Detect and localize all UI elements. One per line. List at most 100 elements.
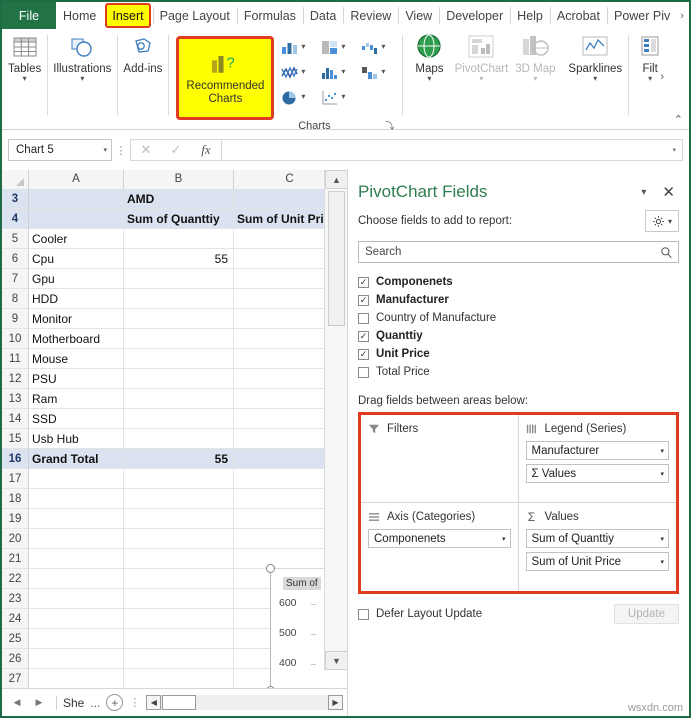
grid-row[interactable]: 16Grand Total553 [2,449,347,469]
row-header[interactable]: 5 [2,229,29,249]
tab-page-layout[interactable]: Page Layout [152,2,237,29]
grid-cell[interactable]: Cooler [29,229,124,249]
grid-cell[interactable] [29,649,124,669]
row-header[interactable]: 26 [2,649,29,669]
legend-field-values[interactable]: Σ Values ▾ [525,464,669,483]
row-header[interactable]: 24 [2,609,29,629]
insert-function-icon[interactable]: fx [191,142,221,158]
grid-cell[interactable] [124,369,234,389]
chart-resize-handle-top[interactable] [266,564,275,573]
grid-cell[interactable] [124,489,234,509]
row-header[interactable]: 25 [2,629,29,649]
waterfall-chart-button[interactable]: ▾ [360,39,398,56]
tab-data[interactable]: Data [302,2,343,29]
grid-row[interactable]: 11 Mouse [2,349,347,369]
grid-cell[interactable]: Ram [29,389,124,409]
row-header[interactable]: 9 [2,309,29,329]
row-header[interactable]: 11 [2,349,29,369]
horizontal-scroll-thumb[interactable] [162,695,197,710]
grid-cell[interactable] [124,649,234,669]
hscroll-right-button[interactable]: ▶ [328,695,343,710]
row-header[interactable]: 19 [2,509,29,529]
map3d-button[interactable]: 3D Map ▾ [510,33,560,83]
add-sheet-button[interactable]: + [106,694,124,711]
field-list-item[interactable]: Total Price [358,363,679,381]
statistic-chart-button[interactable]: ▾ [320,64,358,81]
grid-row[interactable]: 21 [2,549,347,569]
grid-cell[interactable]: Monitor [29,309,124,329]
prev-sheet-icon[interactable]: ◀ [6,697,28,708]
field-list-item[interactable]: Country of Manufacture [358,309,679,327]
field-checkbox[interactable] [358,312,369,324]
grid-cell[interactable]: PSU [29,369,124,389]
hscroll-left-button[interactable]: ◀ [146,695,162,710]
field-checkbox[interactable] [358,366,369,378]
values-area[interactable]: Σ Values Sum of Quanttiy ▾ Sum of Unit P… [519,503,677,591]
row-header[interactable]: 13 [2,389,29,409]
grid-cell[interactable] [29,669,124,689]
grid-cell[interactable] [124,549,234,569]
grid-cell[interactable] [29,549,124,569]
row-header[interactable]: 6 [2,249,29,269]
grid-cell[interactable] [124,469,234,489]
expand-formula-bar-icon[interactable]: ▾ [672,146,676,154]
grid-cell[interactable] [29,469,124,489]
formula-input[interactable]: ▾ [221,139,683,161]
row-header[interactable]: 22 [2,569,29,589]
tab-view[interactable]: View [398,2,439,29]
chevron-down-icon[interactable]: ▾ [381,68,385,76]
filters-overflow-icon[interactable]: › [660,71,664,83]
grid-cell[interactable] [29,589,124,609]
chevron-down-icon[interactable]: ▾ [660,535,664,543]
tab-file[interactable]: File [2,2,56,29]
tables-button[interactable]: Tables ▾ [8,33,41,83]
scroll-up-button[interactable]: ▲ [325,170,348,189]
grid-row[interactable]: 20 [2,529,347,549]
grid-cell[interactable]: 55 [124,449,234,469]
pie-chart-button[interactable]: ▾ [280,89,318,106]
chevron-down-icon[interactable]: ▾ [80,75,84,83]
chevron-down-icon[interactable]: ▾ [660,558,664,566]
cancel-formula-icon[interactable]: ✕ [131,142,161,158]
grid-row[interactable]: 5 Cooler [2,229,347,249]
vertical-scroll-thumb[interactable] [328,191,345,326]
grid-cell[interactable]: 55 [124,249,234,269]
recommended-charts-button[interactable]: ? Recommended Charts [176,36,275,120]
row-header[interactable]: 12 [2,369,29,389]
chevron-down-icon[interactable]: ▾ [341,68,345,76]
illustrations-button[interactable]: Illustrations ▾ [53,33,111,83]
grid-cell[interactable]: AMD [124,189,234,209]
row-header[interactable]: 23 [2,589,29,609]
chevron-down-icon[interactable]: ▾ [301,93,305,101]
row-header[interactable]: 20 [2,529,29,549]
grid-cell[interactable] [29,569,124,589]
row-header[interactable]: 8 [2,289,29,309]
field-list-item[interactable]: ✓ Manufacturer [358,291,679,309]
defer-layout-update-row[interactable]: Defer Layout Update [358,608,482,620]
grid-row[interactable]: 17 [2,469,347,489]
chevron-down-icon[interactable]: ▾ [648,75,652,83]
axis-field-componenets[interactable]: Componenets ▾ [368,529,511,548]
chevron-down-icon[interactable]: ▾ [103,146,107,154]
chevron-down-icon[interactable]: ▾ [301,68,305,76]
grid-cell[interactable] [124,289,234,309]
field-list-item[interactable]: ✓ Unit Price [358,345,679,363]
tab-power-pivot[interactable]: Power Piv [606,2,677,29]
chevron-down-icon[interactable]: ▾ [593,75,597,83]
grid-cell[interactable] [29,189,124,209]
tab-acrobat[interactable]: Acrobat [549,2,607,29]
grid-row[interactable]: 3 AMD [2,189,347,209]
grid-row[interactable]: 9 Monitor [2,309,347,329]
tab-formulas[interactable]: Formulas [236,2,303,29]
grid-row[interactable]: 19 [2,509,347,529]
grid-cell[interactable] [124,229,234,249]
pane-options-caret-icon[interactable]: ▾ [641,187,646,198]
tab-home[interactable]: Home [56,2,103,29]
field-list-item[interactable]: ✓ Componenets [358,273,679,291]
grid-cell[interactable]: SSD [29,409,124,429]
grid-cell[interactable]: Usb Hub [29,429,124,449]
pivotchart-button[interactable]: PivotChart ▾ [452,33,510,83]
grid-cell[interactable]: Sum of Quanttiy [124,209,234,229]
grid-cell[interactable] [124,529,234,549]
grid-cell[interactable] [124,349,234,369]
